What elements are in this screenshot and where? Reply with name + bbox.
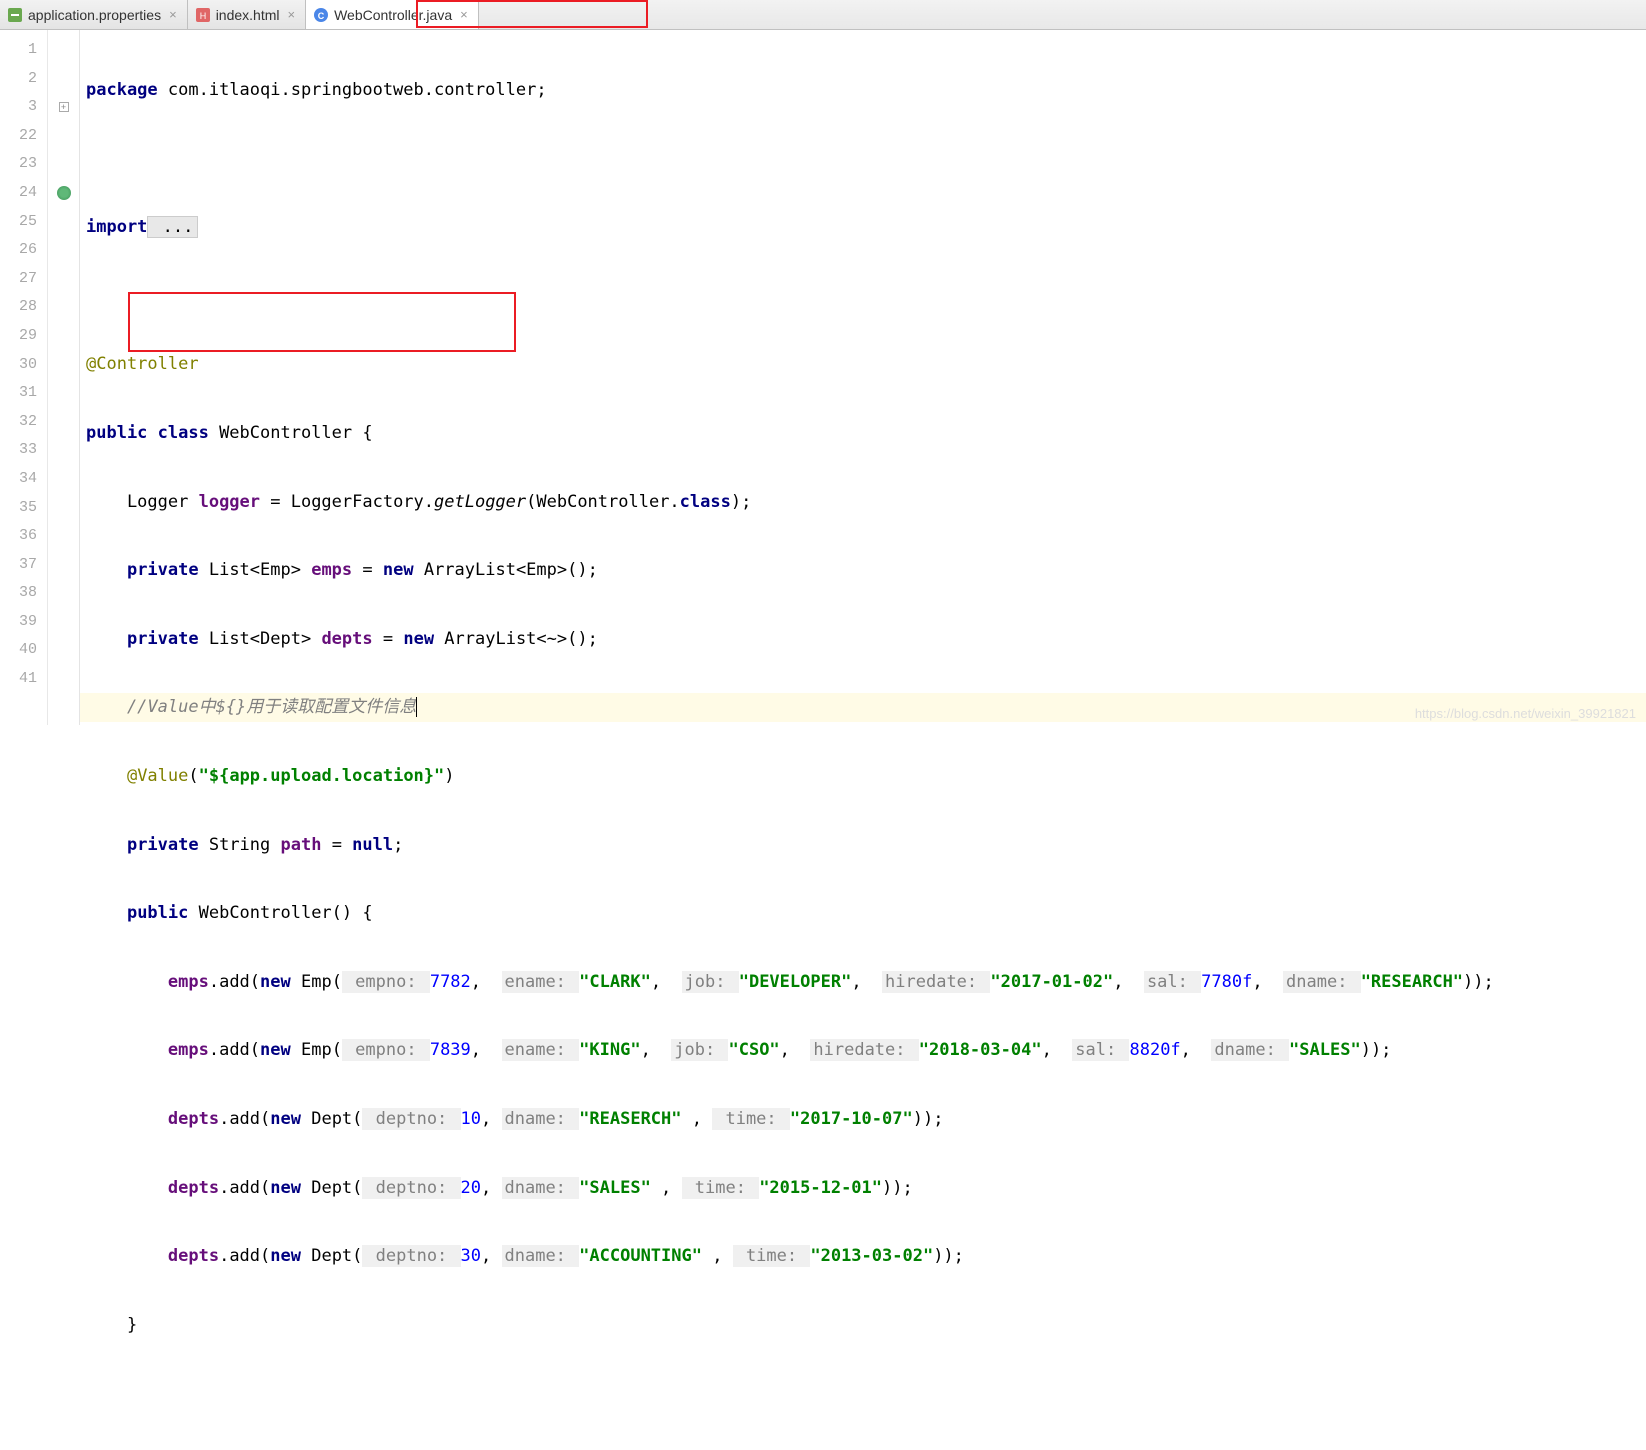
code-line bbox=[80, 282, 1646, 311]
code-line bbox=[80, 1379, 1646, 1408]
tab-webcontroller-java[interactable]: C WebController.java × bbox=[306, 0, 479, 29]
line-number: 32 bbox=[0, 408, 47, 437]
line-number: 39 bbox=[0, 608, 47, 637]
line-number: 34 bbox=[0, 465, 47, 494]
code-line: package com.itlaoqi.springbootweb.contro… bbox=[80, 76, 1646, 105]
line-number: 40 bbox=[0, 636, 47, 665]
tab-application-properties[interactable]: application.properties × bbox=[0, 0, 188, 29]
code-line: public class WebController { bbox=[80, 419, 1646, 448]
line-number: 38 bbox=[0, 579, 47, 608]
line-number: 30 bbox=[0, 351, 47, 380]
line-number: 28 bbox=[0, 293, 47, 322]
svg-text:C: C bbox=[318, 11, 325, 21]
code-line: @Controller bbox=[80, 350, 1646, 379]
line-number: 33 bbox=[0, 436, 47, 465]
code-line: depts.add(new Dept( deptno: 10, dname: "… bbox=[80, 1105, 1646, 1134]
line-number: 1 bbox=[0, 36, 47, 65]
fold-expand-icon[interactable]: + bbox=[59, 102, 69, 112]
svg-text:H: H bbox=[199, 11, 206, 21]
line-number: 24 bbox=[0, 179, 47, 208]
line-number: 3 bbox=[0, 93, 47, 122]
java-class-icon: C bbox=[314, 8, 328, 22]
code-line: @Value("${app.upload.location}") bbox=[80, 762, 1646, 791]
code-line: private List<Emp> emps = new ArrayList<E… bbox=[80, 556, 1646, 585]
controller-gutter-icon[interactable] bbox=[57, 186, 71, 200]
code-line: depts.add(new Dept( deptno: 20, dname: "… bbox=[80, 1174, 1646, 1203]
line-number: 25 bbox=[0, 208, 47, 237]
line-number: 23 bbox=[0, 150, 47, 179]
line-number: 22 bbox=[0, 122, 47, 151]
tab-label: application.properties bbox=[28, 7, 161, 23]
code-line: private List<Dept> depts = new ArrayList… bbox=[80, 625, 1646, 654]
properties-icon bbox=[8, 8, 22, 22]
line-number: 27 bbox=[0, 265, 47, 294]
code-line: } bbox=[80, 1311, 1646, 1340]
code-line: emps.add(new Emp( empno: 7782, ename: "C… bbox=[80, 968, 1646, 997]
code-line-current: //Value中${}用于读取配置文件信息 bbox=[80, 693, 1646, 722]
code-line: Logger logger = LoggerFactory.getLogger(… bbox=[80, 488, 1646, 517]
editor-tabs: application.properties × H index.html × … bbox=[0, 0, 1646, 30]
code-line: private String path = null; bbox=[80, 831, 1646, 860]
html-icon: H bbox=[196, 8, 210, 22]
tab-index-html[interactable]: H index.html × bbox=[188, 0, 306, 29]
code-line: import ... bbox=[80, 213, 1646, 242]
close-icon[interactable]: × bbox=[167, 7, 179, 22]
line-number: 41 bbox=[0, 665, 47, 694]
watermark: https://blog.csdn.net/weixin_39921821 bbox=[1415, 706, 1636, 721]
text-cursor bbox=[416, 697, 417, 717]
line-number: 26 bbox=[0, 236, 47, 265]
line-number-gutter: 1 2 3 22 23 24 25 26 27 28 29 30 31 32 3… bbox=[0, 30, 48, 725]
import-fold[interactable]: ... bbox=[147, 216, 198, 238]
line-number: 36 bbox=[0, 522, 47, 551]
code-line: emps.add(new Emp( empno: 7839, ename: "K… bbox=[80, 1036, 1646, 1065]
gutter-icons: + bbox=[48, 30, 80, 725]
code-line: public WebController() { bbox=[80, 899, 1646, 928]
code-area[interactable]: package com.itlaoqi.springbootweb.contro… bbox=[80, 30, 1646, 725]
code-editor[interactable]: 1 2 3 22 23 24 25 26 27 28 29 30 31 32 3… bbox=[0, 30, 1646, 725]
line-number: 29 bbox=[0, 322, 47, 351]
line-number: 35 bbox=[0, 494, 47, 523]
line-number: 31 bbox=[0, 379, 47, 408]
code-line: depts.add(new Dept( deptno: 30, dname: "… bbox=[80, 1242, 1646, 1271]
tab-label: index.html bbox=[216, 7, 280, 23]
code-line: //RequestMethod.GET 只有Get请求才能访问这个方法，如果是P… bbox=[80, 1448, 1646, 1450]
code-line bbox=[80, 145, 1646, 174]
tab-label: WebController.java bbox=[334, 7, 452, 23]
close-icon[interactable]: × bbox=[458, 7, 470, 22]
close-icon[interactable]: × bbox=[286, 7, 298, 22]
line-number: 37 bbox=[0, 551, 47, 580]
line-number: 2 bbox=[0, 65, 47, 94]
